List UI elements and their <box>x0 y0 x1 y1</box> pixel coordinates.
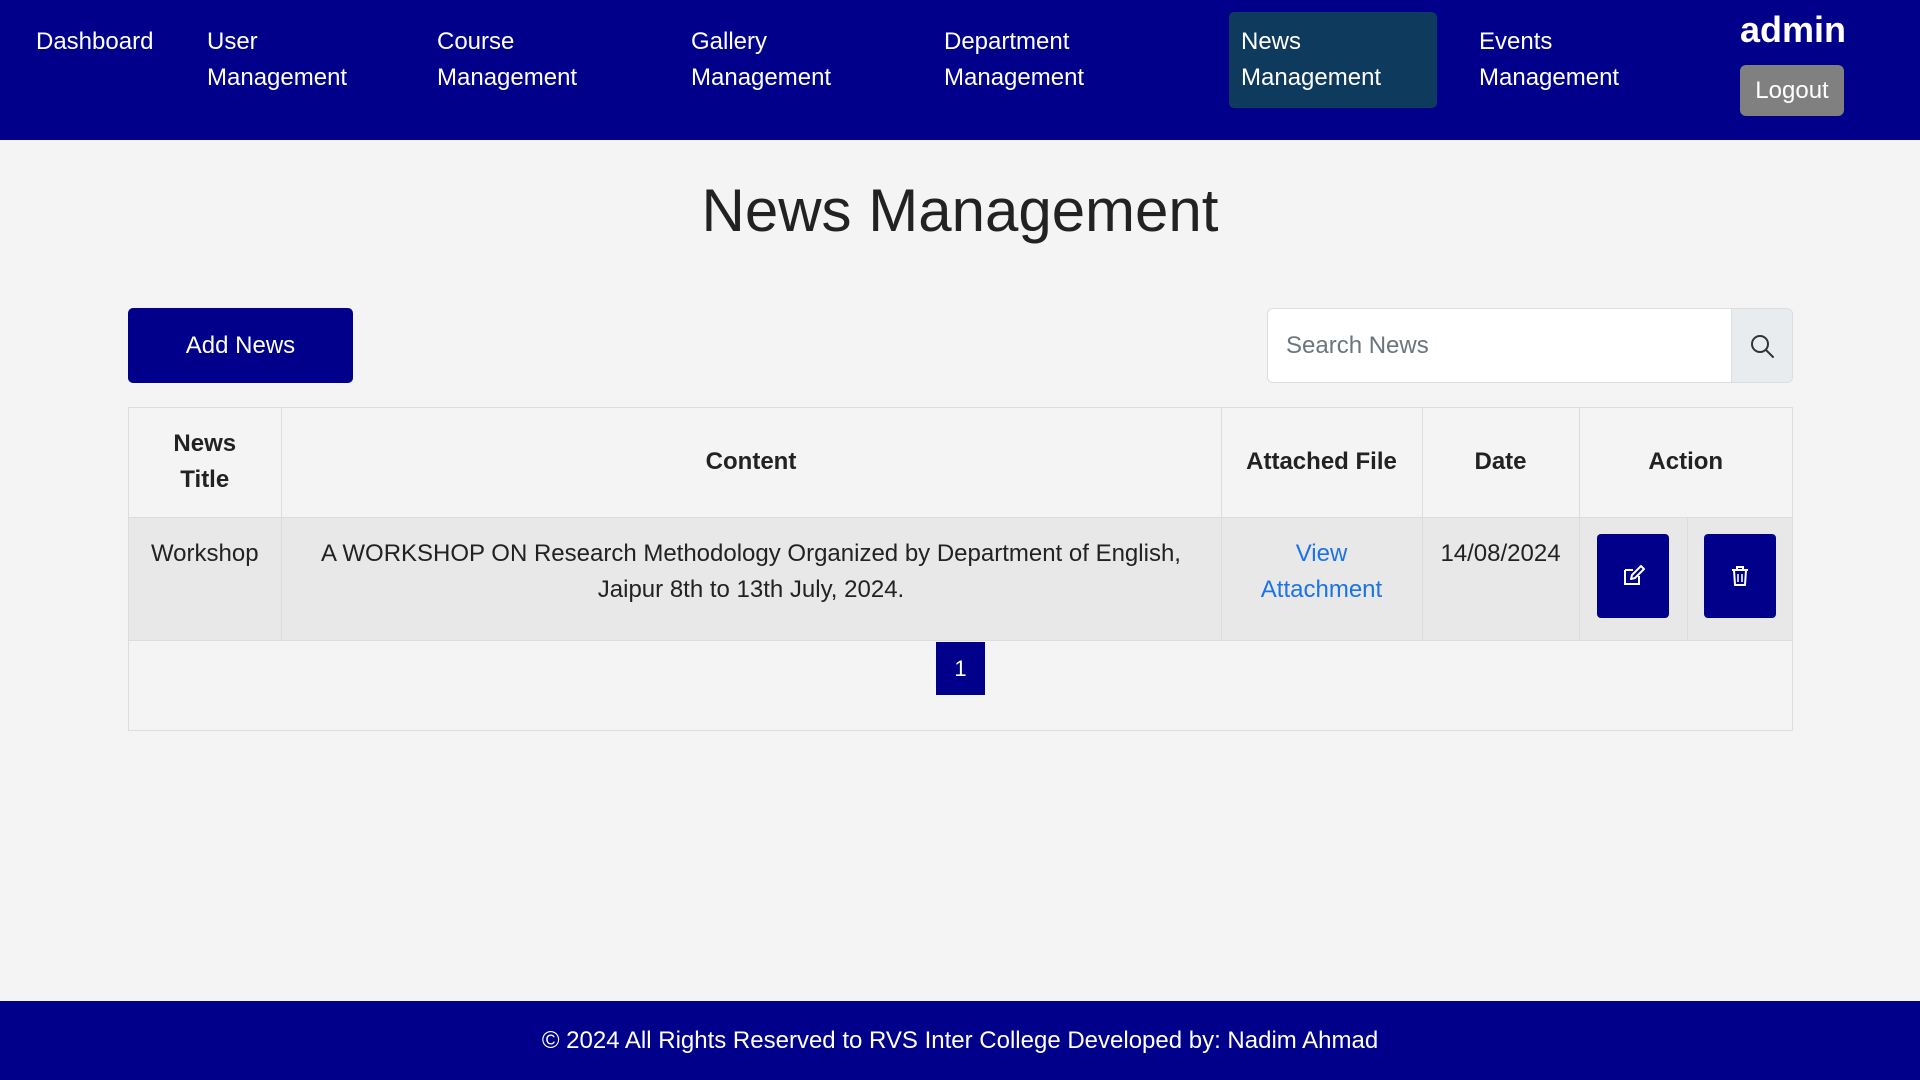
search-icon <box>1751 334 1774 358</box>
page-1-button[interactable]: 1 <box>936 642 985 695</box>
nav-item-label: Gallery <box>691 28 768 55</box>
pagination: 1 <box>129 642 1792 695</box>
delete-button[interactable] <box>1703 533 1776 618</box>
nav-item-dashboard[interactable]: Dashboard <box>24 12 165 108</box>
cell-delete-action <box>1687 517 1792 641</box>
add-news-button[interactable]: Add News <box>128 308 353 383</box>
header-action: Action <box>1579 408 1792 518</box>
content-line-2: Jaipur 8th to 13th July, 2024. <box>597 575 905 603</box>
nav-item-label: Dashboard <box>36 28 154 55</box>
header-news-title: News Title <box>129 408 282 518</box>
cell-attached-file: View Attachment <box>1221 517 1423 641</box>
edit-icon <box>1624 564 1645 585</box>
nav-item-user-management[interactable]: User Management <box>195 12 359 108</box>
content-line-1: A WORKSHOP ON Research Methodology Organ… <box>321 539 1181 567</box>
header-news-title-line1: News <box>173 430 237 458</box>
header-attached-file: Attached File <box>1221 408 1423 518</box>
trash-icon <box>1731 565 1748 586</box>
nav-item-label: Department <box>944 28 1070 55</box>
table-header-row: News Title Content Attached File Date Ac… <box>129 408 1792 518</box>
nav-item-label-2: Management <box>207 64 348 91</box>
nav-item-label-2: Management <box>691 64 832 91</box>
page-title: News Management <box>701 177 1219 244</box>
header-date: Date <box>1422 408 1580 518</box>
nav-item-label-2: Management <box>1479 64 1620 91</box>
view-attachment-line-1: View <box>1295 539 1348 567</box>
nav-item-gallery-management[interactable]: Gallery Management <box>679 12 843 108</box>
nav-item-label-2: Management <box>944 64 1085 91</box>
nav-item-label: News <box>1241 28 1302 55</box>
nav-item-label-2: Management <box>1241 64 1382 91</box>
header-news-title-line2: Title <box>180 466 230 494</box>
view-attachment-line-2: Attachment <box>1260 575 1383 603</box>
edit-button[interactable] <box>1597 533 1669 618</box>
top-navbar: Dashboard User Management Course Managem… <box>0 0 1920 140</box>
user-name: admin <box>1740 9 1847 50</box>
footer-text: © 2024 All Rights Reserved to RVS Inter … <box>541 1026 1379 1054</box>
table-row: Workshop A WORKSHOP ON Research Methodol… <box>129 517 1792 641</box>
nav-item-label: Events <box>1479 28 1553 55</box>
cell-date: 14/08/2024 <box>1422 517 1580 641</box>
nav-item-events-management[interactable]: Events Management <box>1467 12 1631 108</box>
search-input[interactable] <box>1267 308 1731 383</box>
nav-item-news-management[interactable]: News Management <box>1229 12 1437 108</box>
cell-content: A WORKSHOP ON Research Methodology Organ… <box>281 517 1222 641</box>
search-button[interactable] <box>1731 308 1793 383</box>
cell-edit-action <box>1579 517 1688 641</box>
nav-item-course-management[interactable]: Course Management <box>425 12 589 108</box>
news-table-card: News Title Content Attached File Date Ac… <box>128 407 1793 731</box>
search-bar <box>1267 308 1793 383</box>
nav-item-department-management[interactable]: Department Management <box>932 12 1096 108</box>
footer: © 2024 All Rights Reserved to RVS Inter … <box>0 1001 1920 1080</box>
news-table: News Title Content Attached File Date Ac… <box>129 408 1792 641</box>
view-attachment-link[interactable]: View Attachment <box>1222 536 1422 608</box>
nav-item-label: Course <box>437 28 515 55</box>
cell-news-title: Workshop <box>129 517 282 641</box>
nav-item-label-2: Management <box>437 64 578 91</box>
header-content: Content <box>281 408 1222 518</box>
nav-item-label: User <box>207 28 258 55</box>
logout-button[interactable]: Logout <box>1740 65 1844 116</box>
